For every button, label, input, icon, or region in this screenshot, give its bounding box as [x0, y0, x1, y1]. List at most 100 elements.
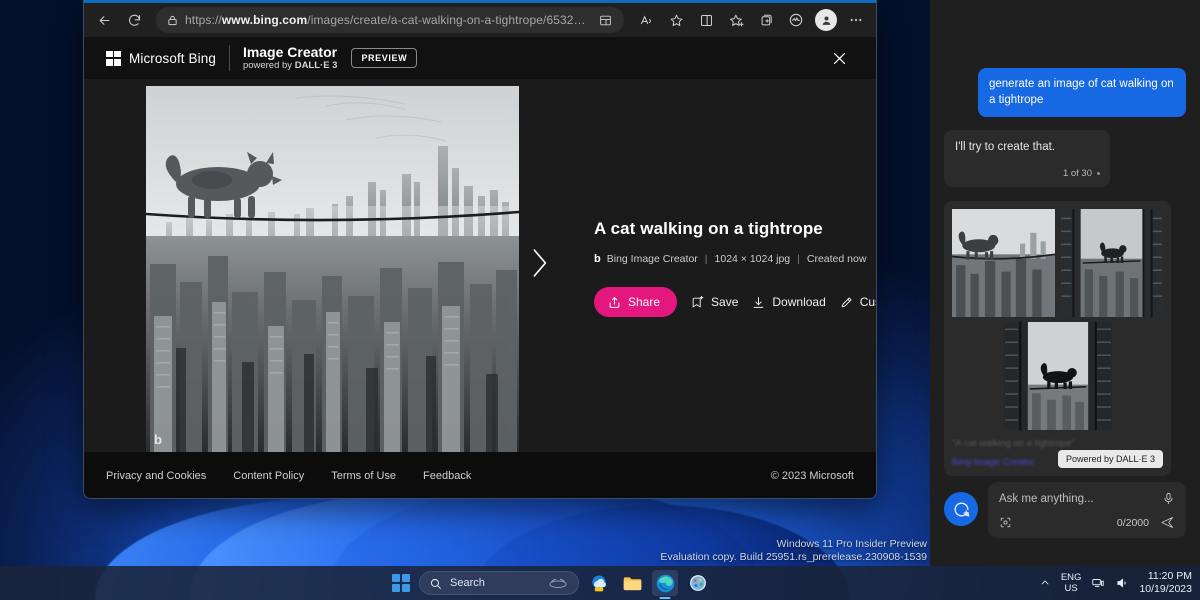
language-indicator[interactable]: ENG US [1061, 572, 1082, 594]
windows-activation-watermark: Windows 11 Pro Insider Preview Evaluatio… [660, 538, 927, 564]
footer-link-terms[interactable]: Terms of Use [331, 470, 396, 482]
creator-label: Bing Image Creator [607, 253, 698, 265]
preview-badge: PREVIEW [351, 48, 417, 68]
save-label: Save [711, 295, 738, 309]
close-icon[interactable] [824, 43, 854, 73]
browser-essentials-icon[interactable] [782, 7, 810, 33]
watermark-line-2: Evaluation copy. Build 25951.rs_prerelea… [660, 551, 927, 564]
created-time: Created now [807, 253, 867, 265]
bing-header: Microsoft Bing Image Creator powered by … [84, 37, 876, 79]
thumbnail-row [952, 209, 1163, 317]
generated-image-cat-on-tightrope[interactable] [146, 86, 519, 452]
language-primary: ENG [1061, 572, 1082, 583]
bing-brand-label: Microsoft Bing [129, 51, 216, 66]
meta-separator: | [705, 253, 708, 265]
chat-input-row-top: Ask me anything... [999, 492, 1175, 505]
share-label: Share [628, 295, 660, 309]
footer-link-privacy[interactable]: Privacy and Cookies [106, 470, 206, 482]
taskbar-app-edge[interactable] [652, 570, 678, 596]
image-thumbnail[interactable] [1060, 209, 1163, 317]
refresh-icon[interactable] [120, 7, 148, 33]
image-thumbnail[interactable] [952, 209, 1055, 317]
language-region: US [1061, 583, 1082, 594]
windows-start-icon[interactable] [390, 572, 412, 594]
clock[interactable]: 11:20 PM 10/19/2023 [1139, 570, 1192, 596]
customize-button[interactable]: Customiz [840, 295, 877, 309]
share-icon [608, 296, 621, 309]
browser-window: https://www.bing.com/images/create/a-cat… [83, 0, 877, 499]
meta-separator: | [797, 253, 800, 265]
customize-label: Customiz [860, 295, 877, 309]
taskbar-active-indicator [660, 597, 671, 600]
favorites-add-icon[interactable] [722, 7, 750, 33]
network-icon[interactable] [1091, 576, 1105, 590]
visual-search-icon[interactable] [999, 516, 1012, 529]
pager-dot-icon [1097, 172, 1100, 175]
header-divider [229, 45, 230, 71]
volume-icon[interactable] [1115, 576, 1129, 590]
chat-composer: Ask me anything... 0/2000 [944, 482, 1186, 538]
split-pane-icon[interactable] [692, 7, 720, 33]
chat-message-bot: I'll try to create that. 1 of 30 [944, 130, 1110, 187]
clock-time: 11:20 PM [1139, 570, 1192, 583]
copyright-text: © 2023 Microsoft [771, 470, 854, 482]
back-arrow-icon[interactable] [90, 7, 118, 33]
character-count: 0/2000 [1117, 517, 1149, 529]
pager-count: 1 of 30 [1063, 166, 1092, 181]
action-buttons: Share Save Download [594, 287, 877, 317]
card-caption: "A cat walking on a tightrope" [952, 437, 1163, 450]
dalle-badge: Powered by DALL·E 3 [1058, 450, 1163, 468]
taskbar-center-group: Search [390, 570, 711, 596]
image-creator-subtitle: powered by DALL·E 3 [243, 60, 338, 72]
chat-input-row-bottom: 0/2000 [999, 515, 1175, 530]
bot-message-text: I'll try to create that. [955, 141, 1055, 153]
profile-avatar-icon[interactable] [815, 9, 837, 31]
download-icon [752, 296, 765, 309]
next-image-arrow[interactable] [524, 239, 554, 287]
save-bookmark-icon [691, 296, 704, 309]
footer-link-content-policy[interactable]: Content Policy [233, 470, 304, 482]
page-title: A cat walking on a tightrope [594, 219, 877, 239]
taskbar-search-box[interactable]: Search [419, 571, 579, 595]
response-pager[interactable]: 1 of 30 [1063, 166, 1100, 181]
share-button[interactable]: Share [594, 287, 677, 317]
collections-icon[interactable] [752, 7, 780, 33]
image-detail-panel: b A cat walking on a tightrope b Bing Im… [84, 79, 876, 452]
bing-watermark: b [154, 433, 162, 446]
windows-taskbar: Search ENG [0, 566, 1200, 600]
chat-input[interactable]: Ask me anything... [999, 493, 1094, 505]
taskbar-app-widgets[interactable] [586, 570, 612, 596]
image-metadata: b Bing Image Creator | 1024 × 1024 jpg |… [594, 253, 877, 265]
download-button[interactable]: Download [752, 295, 825, 309]
copilot-chat-sidebar: generate an image of cat walking on a ti… [930, 0, 1200, 566]
save-button[interactable]: Save [691, 295, 738, 309]
read-aloud-icon[interactable] [632, 7, 660, 33]
taskbar-app-paint[interactable] [685, 570, 711, 596]
microphone-icon[interactable] [1162, 492, 1175, 505]
chat-message-user: generate an image of cat walking on a ti… [978, 68, 1186, 117]
microsoft-bing-logo[interactable]: Microsoft Bing [106, 51, 216, 66]
address-bar[interactable]: https://www.bing.com/images/create/a-cat… [156, 7, 624, 33]
desktop: Windows 11 Pro Insider Preview Evaluatio… [0, 0, 1200, 600]
windows-logo-icon [106, 51, 121, 66]
lock-icon [167, 15, 178, 26]
new-topic-icon[interactable] [944, 492, 978, 526]
page-footer: Privacy and Cookies Content Policy Terms… [84, 452, 876, 499]
taskbar-app-explorer[interactable] [619, 570, 645, 596]
chat-input-box[interactable]: Ask me anything... 0/2000 [988, 482, 1186, 538]
chevron-up-icon[interactable] [1039, 577, 1051, 589]
footer-link-feedback[interactable]: Feedback [423, 470, 471, 482]
hero-image-container[interactable]: b [146, 86, 519, 452]
split-screen-icon[interactable] [596, 11, 614, 29]
generated-images-card: "A cat walking on a tightrope" Bing Imag… [944, 201, 1171, 476]
image-thumbnail[interactable] [1004, 322, 1112, 430]
card-footer-row: Bing Image Creator Powered by DALL·E 3 [952, 450, 1163, 468]
search-placeholder: Search [450, 577, 485, 589]
card-source-link[interactable]: Bing Image Creator [952, 457, 1034, 468]
watermark-line-1: Windows 11 Pro Insider Preview [660, 538, 927, 551]
search-illustration-icon [547, 577, 569, 590]
send-icon[interactable] [1160, 515, 1175, 530]
settings-more-icon[interactable] [842, 7, 870, 33]
system-tray: ENG US 11:20 PM 10/19/2023 [1039, 570, 1192, 596]
favorite-star-icon[interactable] [662, 7, 690, 33]
